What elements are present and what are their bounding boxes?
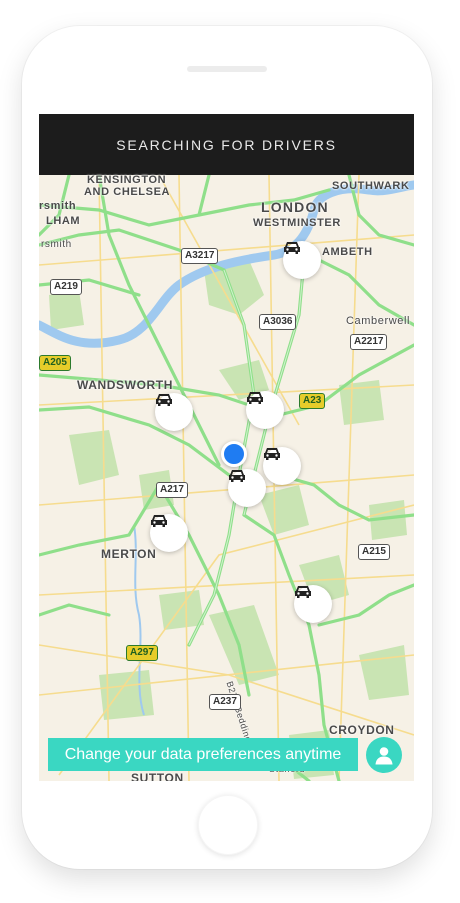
car-marker[interactable] <box>246 391 284 429</box>
label-smith: rsmith <box>39 200 77 212</box>
road-a23: A23 <box>299 393 326 409</box>
road-a217: A217 <box>156 482 188 498</box>
label-lambeth: AMBETH <box>322 246 373 258</box>
car-icon <box>229 470 245 482</box>
current-location-dot <box>221 441 247 467</box>
car-marker[interactable] <box>263 447 301 485</box>
label-croydon: CROYDON <box>329 723 395 737</box>
road-a2217: A2217 <box>350 334 388 350</box>
label-chelsea: AND CHELSEA <box>84 186 171 198</box>
header-title: SEARCHING FOR DRIVERS <box>116 136 337 153</box>
home-button[interactable] <box>198 795 258 855</box>
car-icon <box>264 448 280 460</box>
banner-text: Change your data preferences anytime <box>64 745 342 763</box>
app-screen: SEARCHING FOR DRIVERS KENSINGTON AND CHE… <box>39 114 414 781</box>
phone-speaker <box>187 66 267 72</box>
header-bar: SEARCHING FOR DRIVERS <box>39 114 414 175</box>
car-icon <box>247 392 263 404</box>
label-wandsworth: WANDSWORTH <box>77 378 173 392</box>
car-icon <box>284 242 300 254</box>
label-merton: MERTON <box>101 547 157 561</box>
label-camberwell: Camberwell <box>346 315 411 327</box>
road-a3217: A3217 <box>181 248 219 264</box>
car-marker[interactable] <box>150 514 188 552</box>
label-westminster: WESTMINSTER <box>253 217 341 229</box>
label-london: LONDON <box>261 199 329 215</box>
road-a237: A237 <box>209 694 241 710</box>
car-marker[interactable] <box>283 241 321 279</box>
car-icon <box>295 586 311 598</box>
label-southwark: SOUTHWARK <box>332 180 410 192</box>
road-a219: A219 <box>50 279 82 295</box>
map-view[interactable]: KENSINGTON AND CHELSEA rsmith LHAM rsmit… <box>39 174 414 781</box>
label-sutton: SUTTON <box>131 771 184 781</box>
label-rsmith-small: rsmith <box>41 239 72 250</box>
road-a205: A205 <box>39 355 71 371</box>
car-marker[interactable] <box>155 393 193 431</box>
road-a297: A297 <box>126 645 158 661</box>
car-icon <box>156 394 172 406</box>
profile-button[interactable] <box>366 737 402 773</box>
car-marker[interactable] <box>228 469 266 507</box>
road-a3036: A3036 <box>259 314 297 330</box>
label-kensington: KENSINGTON <box>87 174 167 186</box>
data-preferences-banner[interactable]: Change your data preferences anytime <box>48 738 358 771</box>
user-icon <box>375 747 393 765</box>
car-icon <box>151 515 167 527</box>
label-lham: LHAM <box>46 215 81 227</box>
road-a215: A215 <box>358 544 390 560</box>
car-marker[interactable] <box>294 585 332 623</box>
